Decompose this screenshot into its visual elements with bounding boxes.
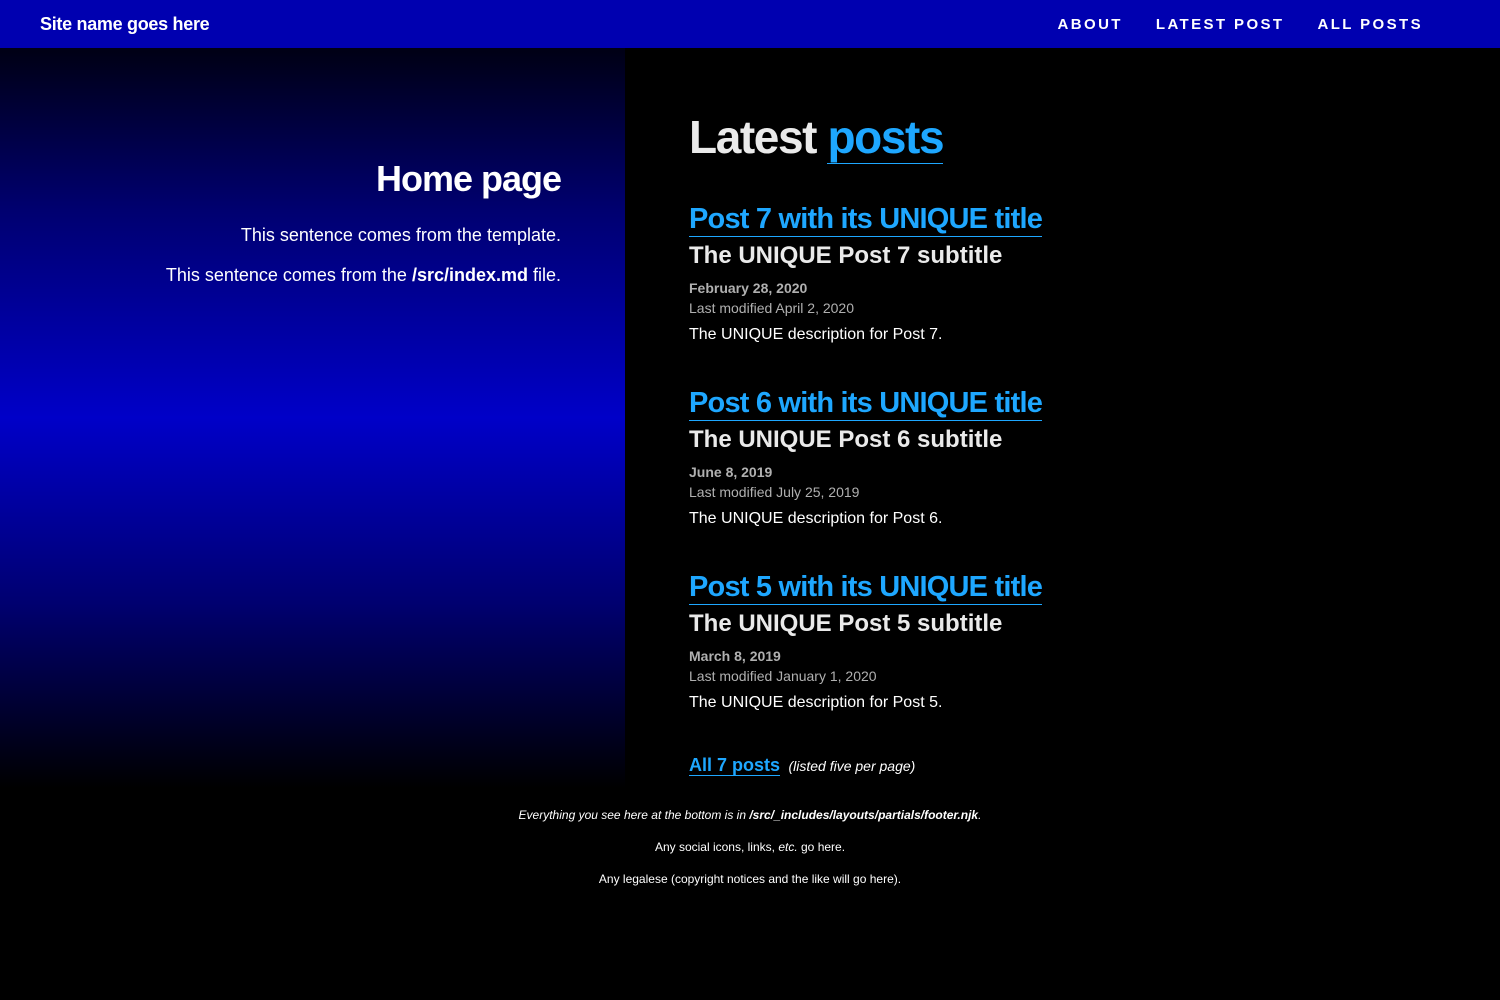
index-sentence-suffix: file. xyxy=(527,265,561,285)
footer-source-path: /src/_includes/layouts/partials/footer.n… xyxy=(749,808,979,822)
footer-social-prefix: Any social icons, links, xyxy=(654,840,779,854)
all-posts-row: All 7 posts (listed five per page) xyxy=(689,755,915,776)
index-sentence-prefix: This sentence comes from the xyxy=(165,265,412,285)
index-file-sentence: This sentence comes from the /src/index.… xyxy=(166,265,561,286)
post-item: Post 7 with its UNIQUE title The UNIQUE … xyxy=(689,202,1043,345)
footer-legal-note: Any legalese (copyright notices and the … xyxy=(598,872,902,886)
site-name-link[interactable]: Site name goes here xyxy=(40,14,210,35)
index-file-path: /src/index.md xyxy=(411,265,528,285)
post-description: The UNIQUE description for Post 5. xyxy=(689,694,943,711)
latest-posts-section: Latest posts Post 7 with its UNIQUE titl… xyxy=(689,108,1449,776)
main-nav: ABOUT LATEST POST ALL POSTS xyxy=(1058,16,1423,33)
post-description: The UNIQUE description for Post 6. xyxy=(689,510,943,527)
post-item: Post 5 with its UNIQUE title The UNIQUE … xyxy=(689,570,1043,713)
post-title-link[interactable]: Post 7 with its UNIQUE title xyxy=(689,202,1043,237)
post-modified-date: Last modified July 25, 2019 xyxy=(689,484,860,500)
footer-source-note: Everything you see here at the bottom is… xyxy=(0,808,1500,822)
footer-social-note: Any social icons, links, etc. go here. xyxy=(0,840,1500,854)
footer-source-prefix: Everything you see here at the bottom is… xyxy=(518,808,750,822)
post-date: March 8, 2019 xyxy=(689,648,781,664)
nav-link-about[interactable]: ABOUT xyxy=(1058,16,1123,33)
footer-social-suffix: go here. xyxy=(797,840,846,854)
post-date: June 8, 2019 xyxy=(689,464,773,480)
post-subtitle: The UNIQUE Post 7 subtitle xyxy=(689,242,1003,269)
home-page-title: Home page xyxy=(375,158,562,199)
posts-heading-link[interactable]: posts xyxy=(827,111,945,164)
post-description: The UNIQUE description for Post 7. xyxy=(689,326,943,343)
footer-source-suffix: . xyxy=(978,808,982,822)
latest-heading-text: Latest xyxy=(689,111,828,163)
latest-posts-heading: Latest posts xyxy=(689,108,1449,166)
post-title-link[interactable]: Post 6 with its UNIQUE title xyxy=(689,386,1043,421)
nav-link-latest-post[interactable]: LATEST POST xyxy=(1156,16,1285,33)
post-modified-date: Last modified January 1, 2020 xyxy=(689,668,877,684)
post-date: February 28, 2020 xyxy=(689,280,808,296)
top-navigation-bar: Site name goes here ABOUT LATEST POST AL… xyxy=(0,0,1500,48)
template-sentence: This sentence comes from the template. xyxy=(240,225,561,245)
post-subtitle: The UNIQUE Post 5 subtitle xyxy=(689,610,1003,637)
post-item: Post 6 with its UNIQUE title The UNIQUE … xyxy=(689,386,1043,529)
footer-social-etc: etc. xyxy=(778,840,798,854)
post-modified-date: Last modified April 2, 2020 xyxy=(689,300,854,316)
site-footer: Everything you see here at the bottom is… xyxy=(0,808,1500,904)
post-title-link[interactable]: Post 5 with its UNIQUE title xyxy=(689,570,1043,605)
nav-link-all-posts[interactable]: ALL POSTS xyxy=(1318,16,1424,33)
post-subtitle: The UNIQUE Post 6 subtitle xyxy=(689,426,1003,453)
all-posts-link[interactable]: All 7 posts xyxy=(689,755,781,776)
pagination-note: (listed five per page) xyxy=(788,758,916,774)
